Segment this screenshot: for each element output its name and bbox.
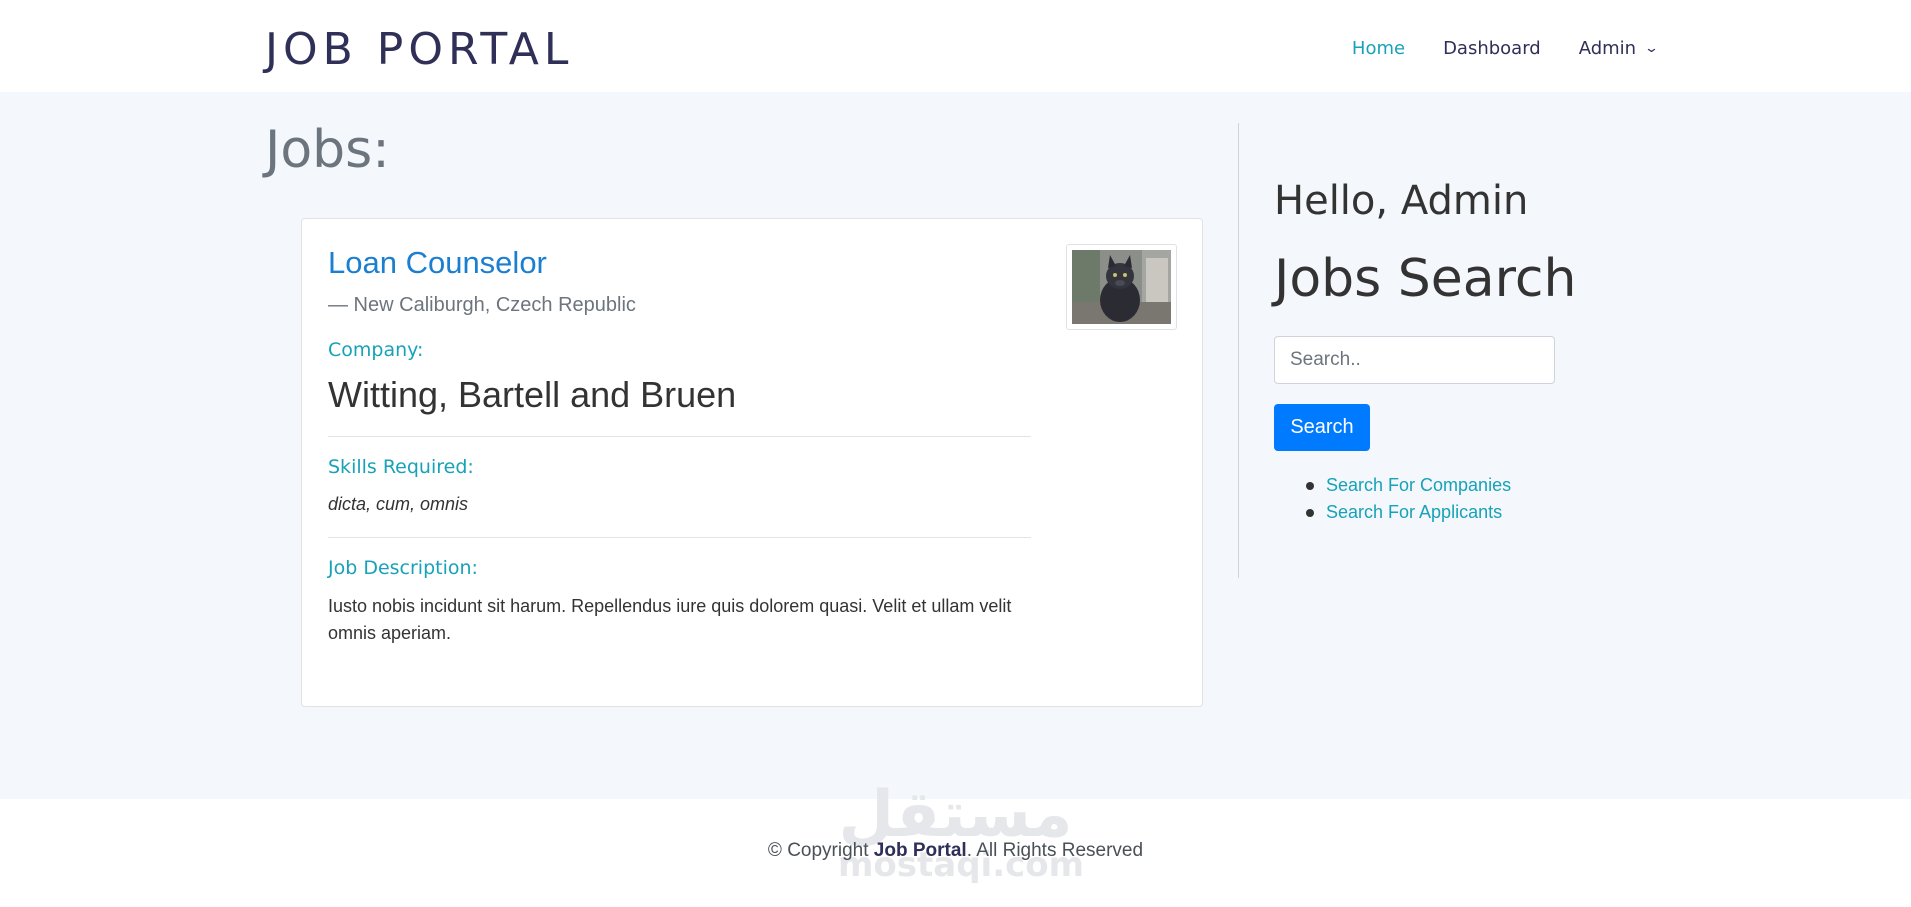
job-title-link[interactable]: Loan Counselor: [328, 245, 547, 281]
nav-dashboard-link[interactable]: Dashboard: [1443, 38, 1541, 59]
job-card: Loan Counselor — New Caliburgh, Czech Re…: [301, 218, 1203, 707]
divider: [328, 436, 1031, 437]
greeting: Hello, Admin: [1274, 178, 1529, 224]
search-applicants-link[interactable]: Search For Applicants: [1326, 499, 1502, 526]
list-item: Search For Companies: [1306, 472, 1511, 499]
nav-admin-dropdown[interactable]: Admin ⌄: [1578, 38, 1660, 59]
page-title: Jobs:: [265, 120, 390, 180]
search-title: Jobs Search: [1274, 249, 1577, 309]
brand-logo[interactable]: JOB PORTAL: [265, 24, 573, 75]
copyright-suffix: . All Rights Reserved: [966, 840, 1144, 861]
nav-dashboard-label: Dashboard: [1443, 38, 1541, 59]
company-label: Company:: [328, 339, 424, 361]
copyright-brand: Job Portal: [873, 840, 967, 861]
chevron-down-icon: ⌄: [1643, 41, 1660, 56]
copyright-text: © Copyright Job Portal. All Rights Reser…: [0, 840, 1911, 862]
skills-label: Skills Required:: [328, 456, 474, 478]
company-thumbnail: [1066, 244, 1177, 330]
nav-home-link[interactable]: Home: [1352, 38, 1405, 59]
bullet-icon: [1306, 508, 1314, 517]
job-location: — New Caliburgh, Czech Republic: [328, 294, 636, 316]
search-companies-link[interactable]: Search For Companies: [1326, 472, 1511, 499]
nav-admin-label: Admin: [1578, 38, 1637, 59]
main-nav: Home Dashboard Admin ⌄: [1352, 38, 1660, 59]
description-label: Job Description:: [328, 557, 478, 579]
bullet-icon: [1306, 481, 1314, 490]
divider: [328, 537, 1031, 538]
nav-home-label: Home: [1351, 38, 1406, 59]
list-item: Search For Applicants: [1306, 499, 1511, 526]
company-name: Witting, Bartell and Bruen: [328, 374, 737, 415]
job-description: Iusto nobis incidunt sit harum. Repellen…: [328, 596, 1012, 643]
navbar: JOB PORTAL Home Dashboard Admin ⌄: [0, 0, 1911, 92]
search-input[interactable]: [1274, 336, 1555, 384]
skills-value: dicta, cum, omnis: [328, 494, 469, 514]
sidebar-divider: [1238, 123, 1239, 578]
search-links: Search For Companies Search For Applican…: [1306, 472, 1511, 526]
copyright-prefix: © Copyright: [767, 840, 874, 861]
cat-photo-icon: [1072, 250, 1171, 324]
search-button[interactable]: Search: [1274, 404, 1370, 451]
